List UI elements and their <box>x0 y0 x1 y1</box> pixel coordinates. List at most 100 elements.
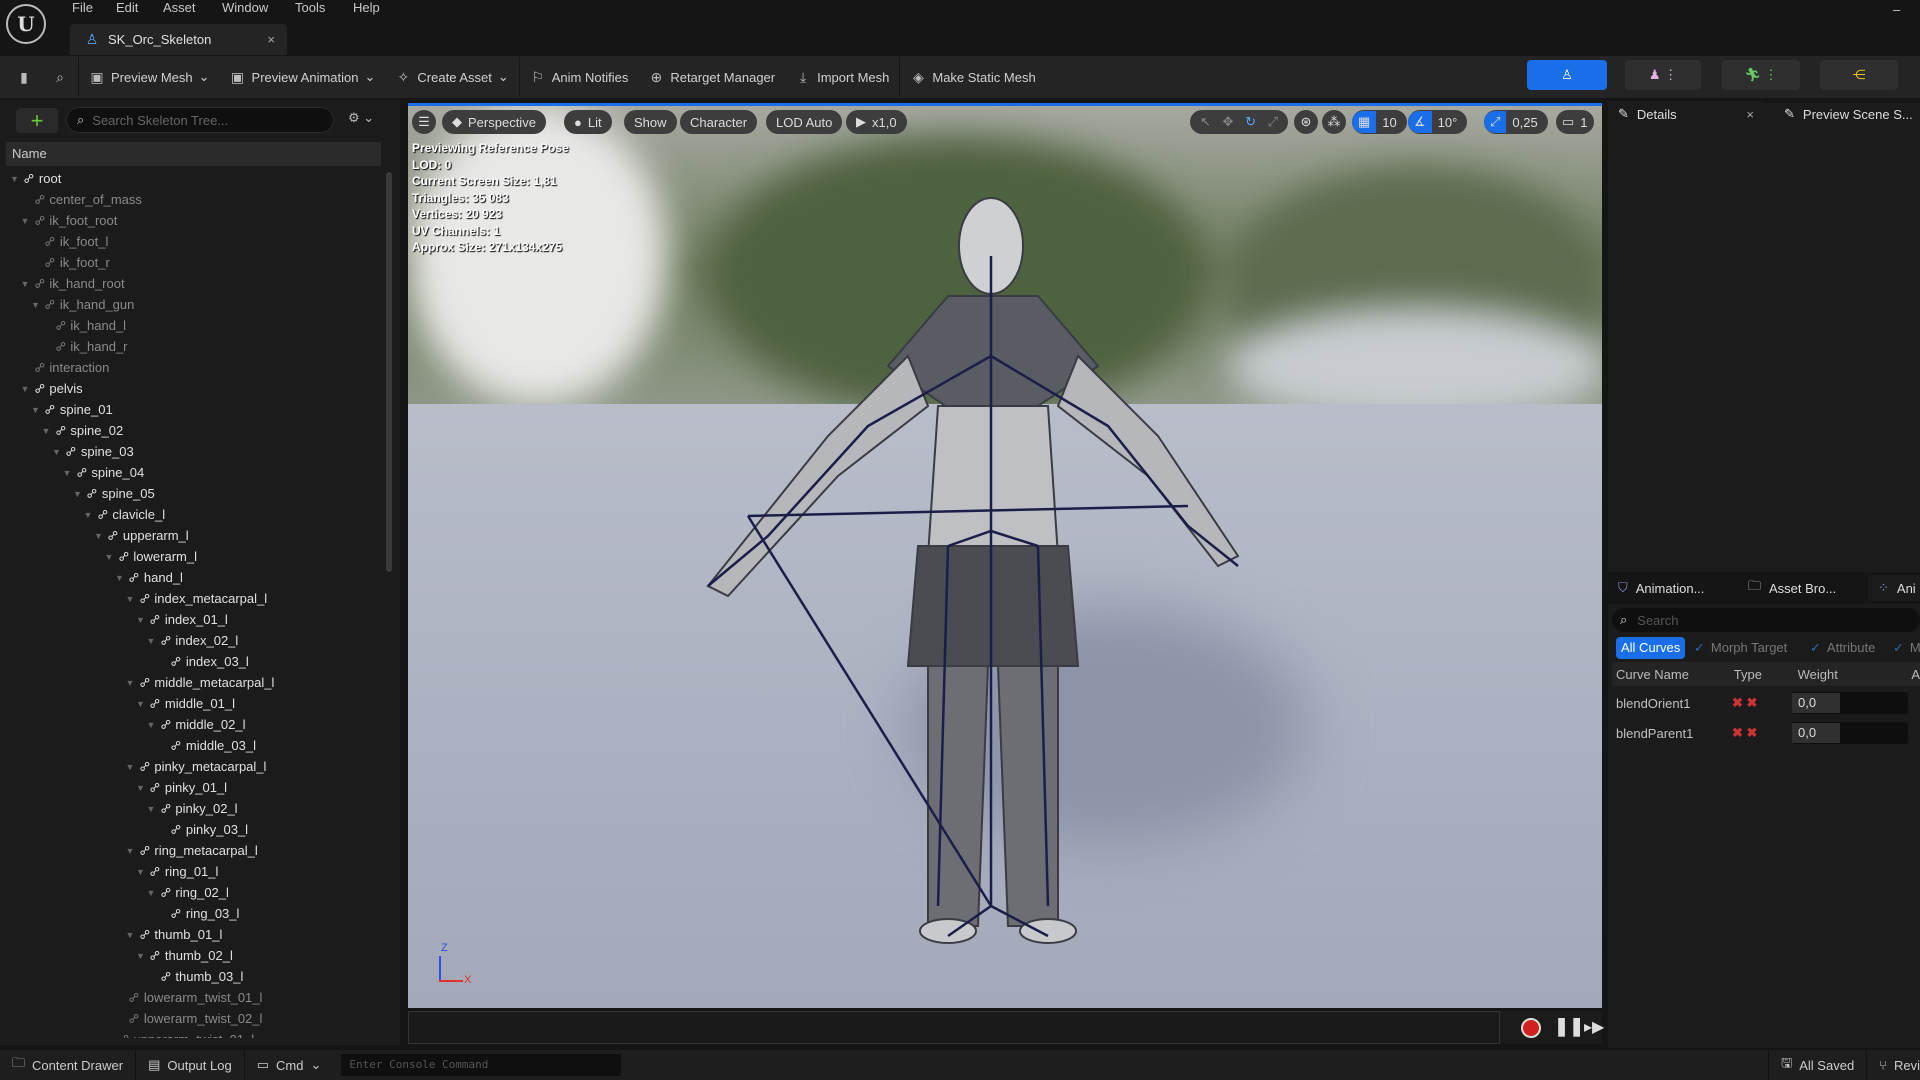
viewport[interactable]: ☰ ◆ Perspective ● Lit Show Character LOD A… <box>408 103 1602 1008</box>
bone-row[interactable]: ▼ ⚯ clavicle_l <box>6 504 166 525</box>
expand-arrow-icon[interactable]: ▼ <box>147 720 157 730</box>
bone-row[interactable]: ▼ ⚯ pinky_01_l <box>6 777 227 798</box>
skeleton-mode-button[interactable]: ♙ <box>1527 60 1607 90</box>
weight-slider[interactable]: 0,0 <box>1792 692 1908 714</box>
tab-anim-curves[interactable]: ⁘ Ani <box>1868 575 1920 601</box>
tab-asset-browser[interactable]: 🗀︎ Asset Bro... <box>1738 575 1868 601</box>
bone-row[interactable]: ⚯ middle_03_l <box>6 735 256 756</box>
bone-row[interactable]: ⚯ index_03_l <box>6 651 249 672</box>
col-weight[interactable]: Weight <box>1792 667 1912 682</box>
bone-row[interactable]: ▼ ⚯ spine_03 <box>6 441 134 462</box>
expand-arrow-icon[interactable]: ▼ <box>136 615 146 625</box>
bone-row[interactable]: ▼ ⚯ middle_01_l <box>6 693 235 714</box>
expand-arrow-icon[interactable]: ▼ <box>84 510 94 520</box>
tree-settings-button[interactable]: ⚙ ⌄ <box>348 110 374 126</box>
curve-row[interactable]: blendOrient1 ✖ ✖ 0,0 <box>1612 688 1920 718</box>
anim-notifies-button[interactable]: ⚐ Anim Notifies <box>520 62 639 92</box>
create-asset-button[interactable]: ✧ Create Asset ⌄ <box>385 62 518 92</box>
bone-row[interactable]: ▼ ⚯ pinky_metacarpal_l <box>6 756 267 777</box>
menu-window[interactable]: Window <box>222 0 268 15</box>
bone-row[interactable]: ▼ ⚯ thumb_01_l <box>6 924 223 945</box>
rotate-icon[interactable]: ↻ <box>1245 114 1256 130</box>
filter-attribute[interactable]: ✓ Attribute <box>1810 637 1875 659</box>
move-icon[interactable]: ✥ <box>1223 114 1234 130</box>
curve-type-icons[interactable]: ✖ ✖ <box>1732 725 1792 741</box>
expand-arrow-icon[interactable]: ▼ <box>21 279 31 289</box>
unreal-logo[interactable]: U <box>6 4 46 44</box>
transform-tools[interactable]: ↖ ✥ ↻ ⤢ <box>1190 110 1288 134</box>
tree-scrollbar[interactable] <box>386 172 392 572</box>
expand-arrow-icon[interactable]: ▼ <box>136 699 146 709</box>
revision-control-button[interactable]: ⑂ Revi <box>1867 1050 1920 1080</box>
bone-row[interactable]: ▼ ⚯ ring_02_l <box>6 882 229 903</box>
filter-morph-target[interactable]: ✓ Morph Target <box>1694 637 1787 659</box>
rotation-snap-button[interactable]: ∡ 10° <box>1408 110 1468 134</box>
bone-row[interactable]: ▼ ⚯ upperarm_l <box>6 525 189 546</box>
tab-animation[interactable]: ⛉ Animation... <box>1608 575 1738 601</box>
bone-row[interactable]: ⚯upperarm_twist_01_l <box>6 1029 254 1038</box>
bone-row[interactable]: ▼ ⚯ ik_hand_root <box>6 273 125 294</box>
bone-row[interactable]: ⚯ interaction <box>6 357 109 378</box>
bone-row[interactable]: ▼ ⚯ pinky_02_l <box>6 798 238 819</box>
import-mesh-button[interactable]: ⤓ Import Mesh <box>785 62 899 92</box>
character-button[interactable]: Character <box>680 110 758 134</box>
perspective-button[interactable]: ◆ Perspective <box>442 110 546 134</box>
bone-row[interactable]: ▼ ⚯ pelvis <box>6 378 83 399</box>
expand-arrow-icon[interactable]: ▼ <box>147 888 157 898</box>
output-log-button[interactable]: ▤ Output Log <box>136 1050 245 1080</box>
tab-details[interactable]: ✎ Details × <box>1608 101 1762 127</box>
scale-snap-button[interactable]: ⤢ 0,25 <box>1484 110 1548 134</box>
lod-button[interactable]: LOD Auto <box>766 110 843 134</box>
menu-file[interactable]: File <box>72 0 93 15</box>
bone-row[interactable]: ▼ ⚯ spine_04 <box>6 462 145 483</box>
expand-arrow-icon[interactable]: ▼ <box>94 531 104 541</box>
bone-row[interactable]: ⚯ thumb_03_l <box>6 966 243 987</box>
filter-all-curves[interactable]: All Curves <box>1616 637 1686 659</box>
bone-row[interactable]: ▼ ⚯ ring_01_l <box>6 861 218 882</box>
grid-snap-button[interactable]: ▦ 10 <box>1352 110 1407 134</box>
expand-arrow-icon[interactable]: ▼ <box>126 930 136 940</box>
tab-preview-scene[interactable]: ✎ Preview Scene S... <box>1774 101 1920 127</box>
col-type[interactable]: Type <box>1732 667 1792 682</box>
bone-row[interactable]: ▼ ⚯ index_metacarpal_l <box>6 588 268 609</box>
expand-arrow-icon[interactable]: ▼ <box>21 384 31 394</box>
curve-type-icons[interactable]: ✖ ✖ <box>1732 695 1792 711</box>
select-icon[interactable]: ↖ <box>1200 114 1211 130</box>
bone-row[interactable]: ⚯ center_of_mass <box>6 189 141 210</box>
playback-speed-button[interactable]: ▶ x1,0 <box>846 110 907 134</box>
expand-arrow-icon[interactable]: ▼ <box>63 468 73 478</box>
bone-row[interactable]: ▼ ⚯ middle_metacarpal_l <box>6 672 275 693</box>
expand-arrow-icon[interactable]: ▼ <box>126 678 136 688</box>
save-button[interactable]: ▮ <box>0 62 42 92</box>
cmd-dropdown[interactable]: ▭ Cmd ⌄ <box>245 1050 334 1080</box>
bone-row[interactable]: ▼ ⚯ spine_02 <box>6 420 124 441</box>
pause-button[interactable]: ❚❚ <box>1554 1016 1584 1037</box>
bone-row[interactable]: ▼ ⚯ root <box>6 168 61 189</box>
all-saved-button[interactable]: 🖫︎ All Saved <box>1769 1050 1868 1080</box>
bone-row[interactable]: ⚯ pinky_03_l <box>6 819 248 840</box>
add-socket-button[interactable]: + <box>16 108 58 133</box>
camera-speed-button[interactable]: ▭ 1 <box>1556 110 1594 134</box>
bone-row[interactable]: ▼ ⚯ spine_05 <box>6 483 155 504</box>
browse-button[interactable]: ⌕ <box>42 62 78 92</box>
expand-arrow-icon[interactable]: ▼ <box>21 216 31 226</box>
mesh-mode-button[interactable]: ♟ ⋮ <box>1625 60 1701 90</box>
viewport-menu-button[interactable]: ☰ <box>412 110 436 134</box>
world-local-button[interactable]: ⊛ <box>1294 110 1318 134</box>
expand-arrow-icon[interactable]: ▼ <box>10 174 20 184</box>
expand-arrow-icon[interactable]: ▼ <box>147 636 157 646</box>
col-extra[interactable]: A <box>1911 667 1920 682</box>
surface-snap-button[interactable]: ⁂ <box>1322 110 1346 134</box>
bone-row[interactable]: ▼ ⚯ ring_metacarpal_l <box>6 840 258 861</box>
show-button[interactable]: Show <box>624 110 677 134</box>
lit-button[interactable]: ● Lit <box>564 110 612 134</box>
expand-arrow-icon[interactable]: ▼ <box>136 867 146 877</box>
expand-arrow-icon[interactable]: ▼ <box>136 951 146 961</box>
animation-mode-button[interactable]: 🏃︎ ⋮ <box>1722 60 1800 90</box>
asset-tab[interactable]: ♙ SK_Orc_Skeleton × <box>70 24 287 55</box>
step-forward-button[interactable]: ▸▶ <box>1584 1017 1604 1037</box>
bone-row[interactable]: ▼ ⚯ index_01_l <box>6 609 228 630</box>
expand-arrow-icon[interactable]: ▼ <box>136 783 146 793</box>
scale-icon[interactable]: ⤢ <box>1268 114 1278 130</box>
bone-row[interactable]: ▼ ⚯ ik_foot_root <box>6 210 118 231</box>
